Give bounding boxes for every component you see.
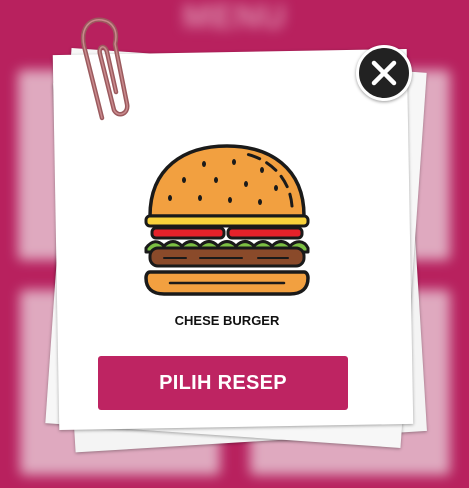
paperclip-icon	[80, 17, 130, 121]
close-button[interactable]	[356, 45, 412, 101]
item-name: CHESE BURGER	[174, 313, 280, 328]
burger-icon	[144, 144, 310, 296]
close-icon	[371, 60, 397, 86]
select-recipe-button[interactable]: PILIH RESEP	[98, 356, 348, 410]
